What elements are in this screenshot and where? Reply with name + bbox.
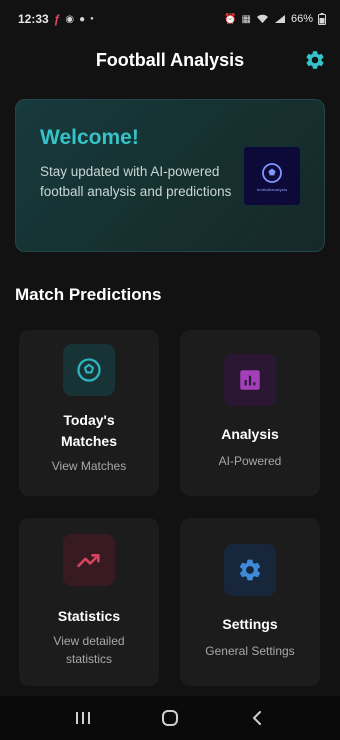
card-subtitle: View detailed statistics: [53, 634, 125, 666]
settings-card[interactable]: Settings General Settings: [180, 518, 320, 686]
app-header: Football Analysis: [0, 38, 340, 82]
recents-icon: [76, 712, 91, 724]
football-icon: [77, 358, 101, 382]
football-logo-icon: [262, 162, 282, 183]
todays-matches-card[interactable]: Today's Matches View Matches: [19, 330, 159, 496]
card-icon-tile: [63, 344, 115, 396]
card-title: Today's Matches: [60, 412, 118, 449]
status-left: 12:33 ƒ ◉ ● ●: [18, 12, 94, 26]
welcome-card: Welcome! Stay updated with AI-powered fo…: [15, 99, 325, 252]
app-red-icon: ƒ: [53, 12, 61, 26]
status-bar: 12:33 ƒ ◉ ● ● ⏰ ▦ 66%: [0, 0, 340, 38]
snapchat-icon: ◉: [65, 13, 75, 25]
home-icon: [161, 710, 178, 726]
battery-icon: [318, 13, 326, 25]
welcome-text: Stay updated with AI-powered football an…: [40, 164, 232, 199]
card-subtitle: AI-Powered: [218, 454, 282, 468]
card-icon-tile: [224, 354, 276, 406]
logo-text: footballanalysis: [256, 186, 288, 192]
back-button[interactable]: [237, 703, 277, 733]
statistics-card[interactable]: Statistics View detailed statistics: [19, 518, 159, 686]
status-time: 12:33: [18, 12, 49, 26]
section-title: Match Predictions: [15, 285, 162, 304]
home-button[interactable]: [150, 703, 190, 733]
status-right: ⏰ ▦ 66%: [224, 13, 326, 25]
card-subtitle: View Matches: [51, 459, 127, 473]
lock-icon: ▦: [241, 13, 251, 25]
gear-icon: [239, 559, 261, 581]
back-icon: [252, 711, 261, 725]
app-logo: footballanalysis: [244, 147, 300, 205]
page-title: Football Analysis: [95, 49, 245, 70]
card-icon-tile: [224, 544, 276, 596]
header-settings-button[interactable]: [302, 47, 328, 73]
bar-chart-icon: [240, 370, 260, 390]
recents-button[interactable]: [63, 703, 103, 733]
system-nav-bar: [0, 696, 340, 740]
card-title: Analysis: [221, 426, 279, 442]
card-title: Settings: [222, 616, 278, 632]
wifi-icon: [256, 14, 268, 23]
card-subtitle: General Settings: [205, 644, 295, 658]
gear-icon: [306, 51, 324, 69]
facebook-icon: ●: [79, 13, 86, 25]
signal-icon: [274, 15, 285, 23]
dot-icon: ●: [90, 16, 94, 22]
card-title: Statistics: [57, 608, 121, 624]
alarm-icon: ⏰: [224, 13, 237, 25]
battery-text: 66%: [290, 13, 313, 25]
card-icon-tile: [63, 534, 115, 586]
analysis-card[interactable]: Analysis AI-Powered: [180, 330, 320, 496]
trending-up-icon: [77, 554, 100, 568]
